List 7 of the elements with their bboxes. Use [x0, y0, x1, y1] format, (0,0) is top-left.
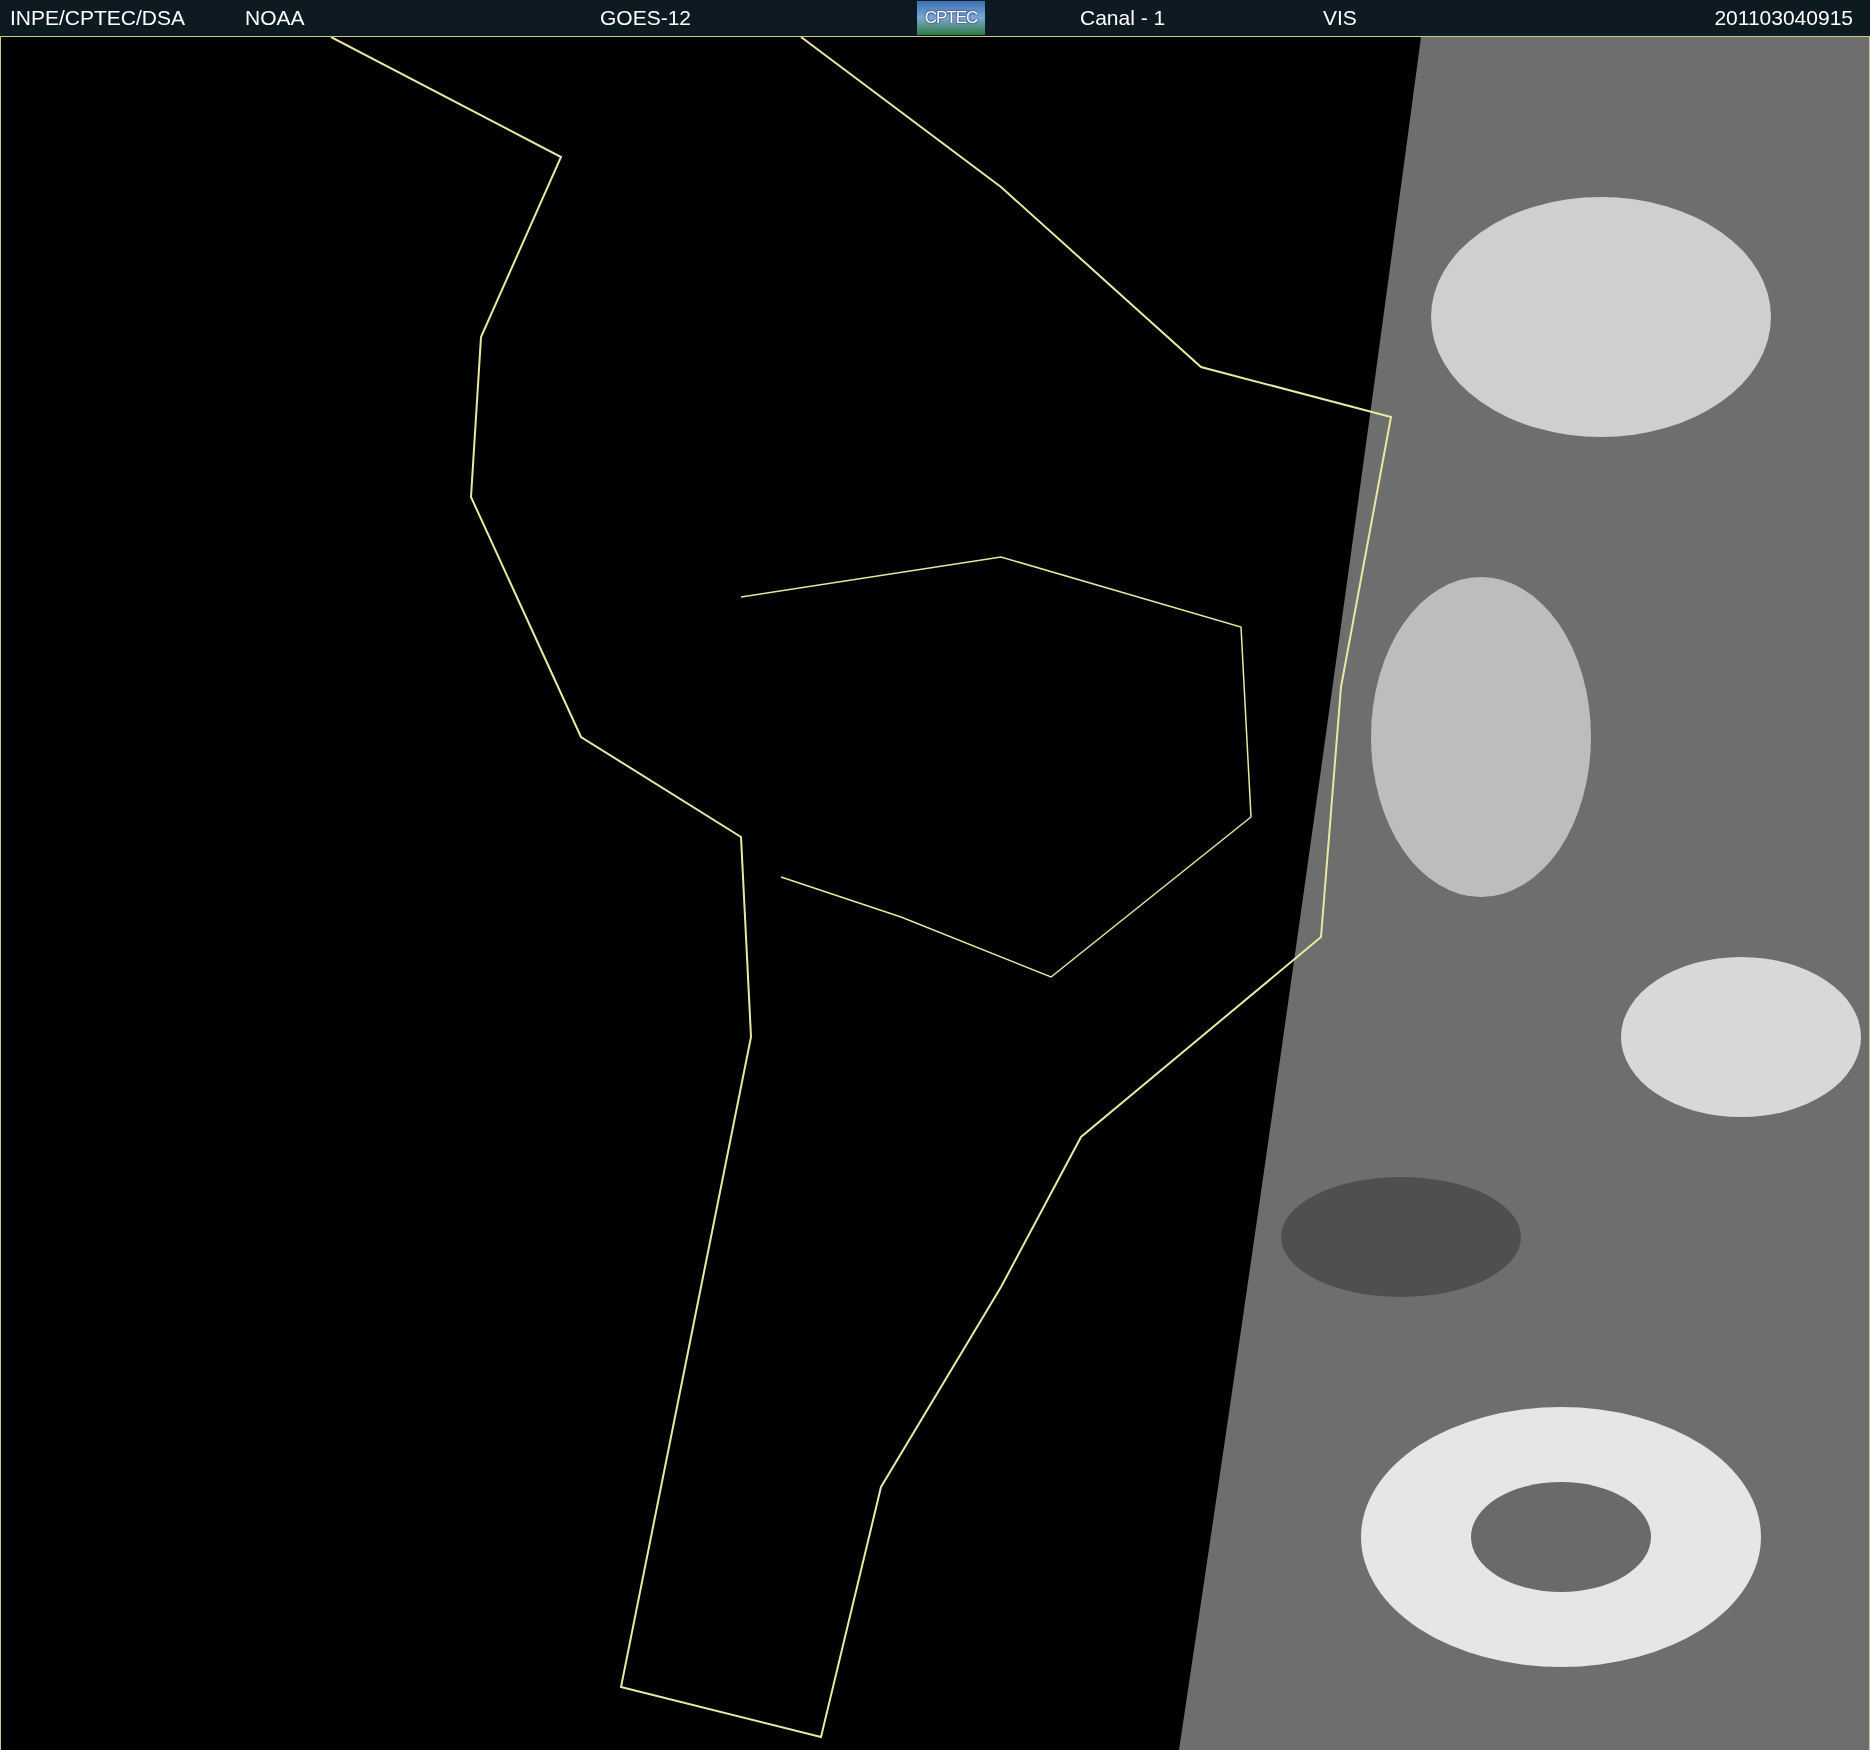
satellite-label: GOES-12 — [600, 6, 692, 30]
logo: CPTEC — [917, 1, 985, 35]
band-label: VIS — [1323, 6, 1357, 30]
source-label: INPE/CPTEC/DSA — [10, 6, 186, 30]
agency-label: NOAA — [245, 6, 305, 30]
timestamp: 201103040915 — [1714, 6, 1853, 30]
channel-label: Canal - 1 — [1080, 6, 1166, 30]
